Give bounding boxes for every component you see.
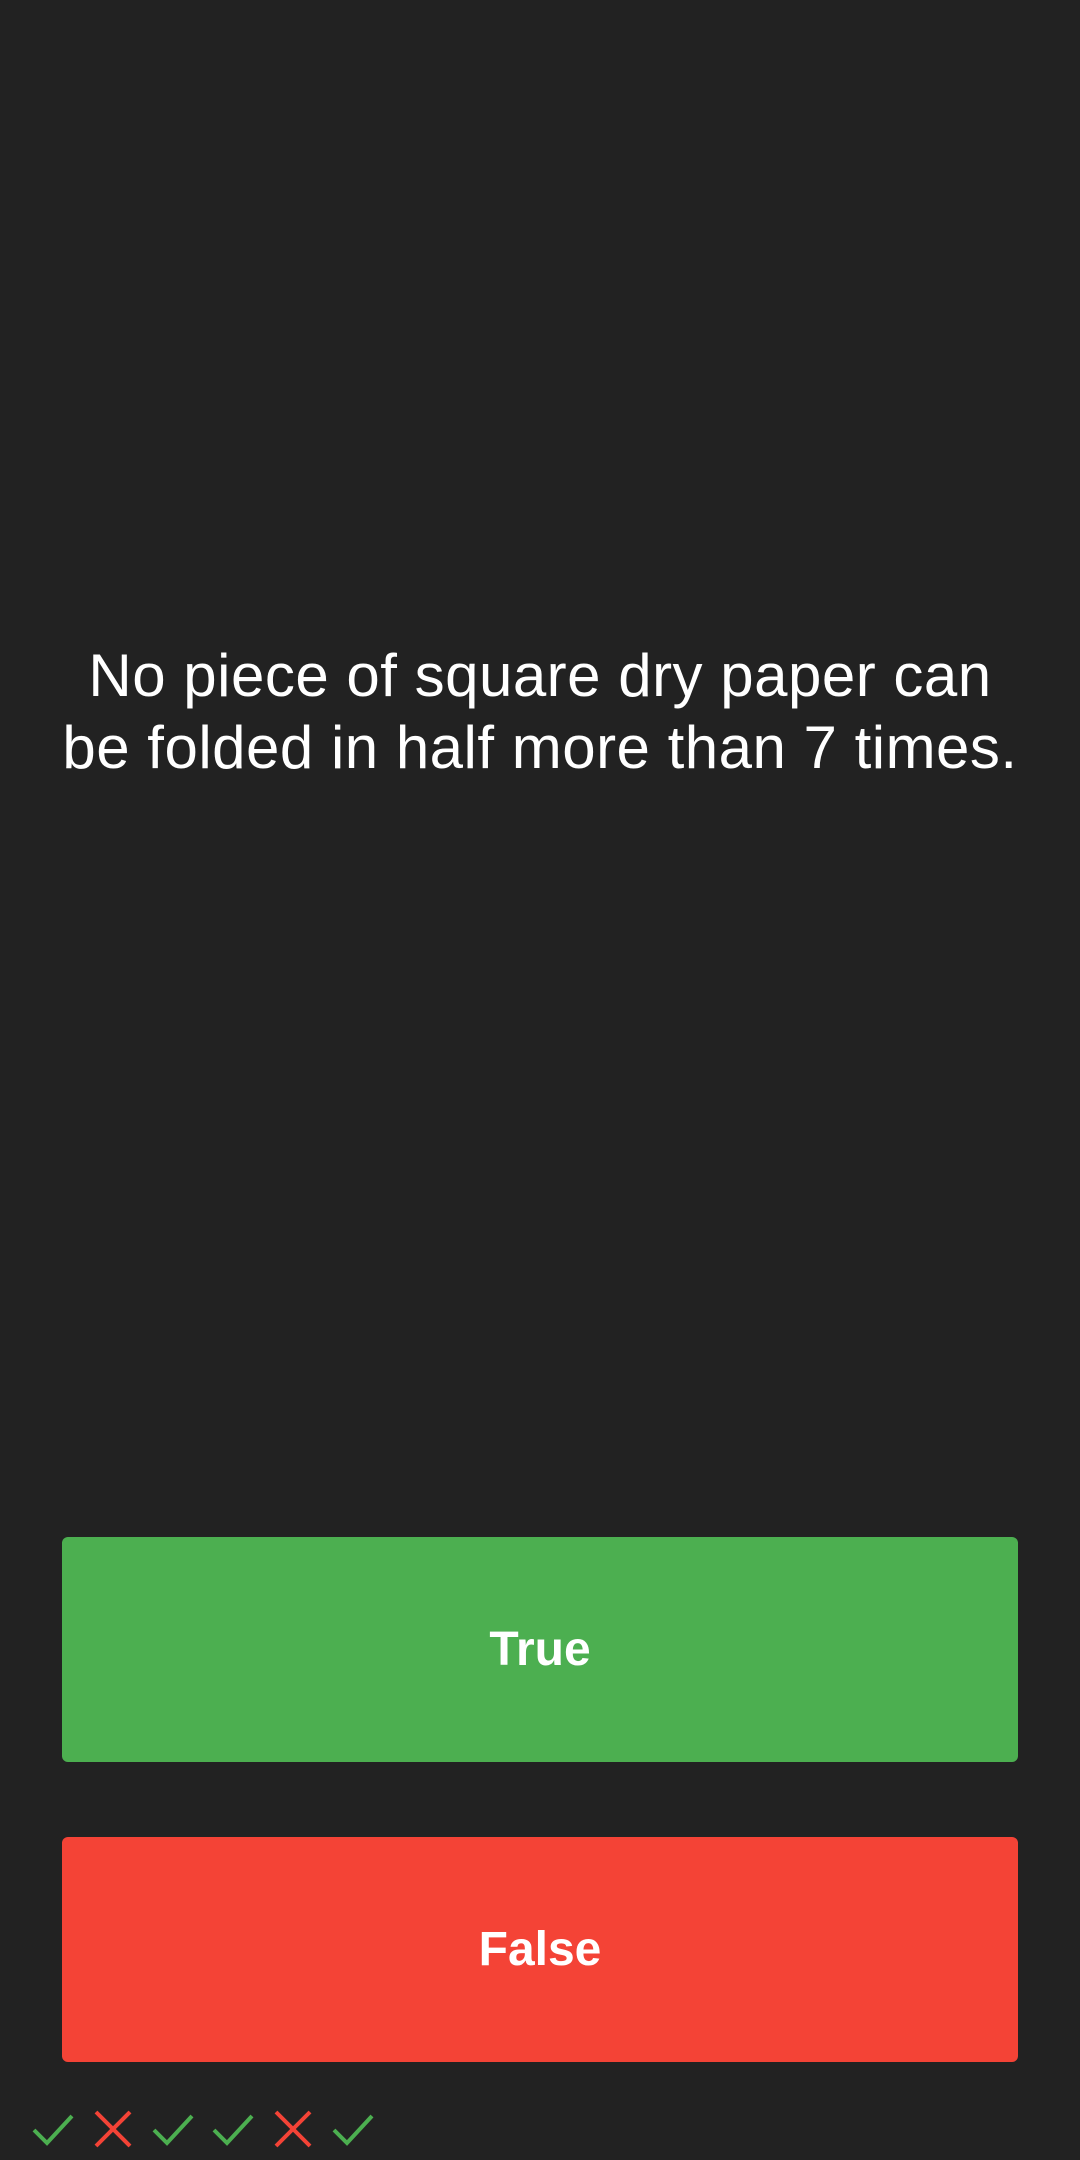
check-icon xyxy=(32,2114,74,2146)
true-button-label: True xyxy=(489,1623,591,1676)
false-button-label: False xyxy=(478,1923,602,1976)
check-icon xyxy=(332,2114,374,2146)
cross-icon xyxy=(274,2110,312,2148)
false-button[interactable]: False xyxy=(62,1837,1018,2062)
question-text: No piece of square dry paper can be fold… xyxy=(62,642,1018,781)
answer-history xyxy=(32,2108,374,2150)
true-button[interactable]: True xyxy=(62,1537,1018,1762)
check-icon xyxy=(212,2114,254,2146)
check-icon xyxy=(152,2114,194,2146)
quiz-screen: No piece of square dry paper can be fold… xyxy=(0,0,1080,2160)
cross-icon xyxy=(94,2110,132,2148)
